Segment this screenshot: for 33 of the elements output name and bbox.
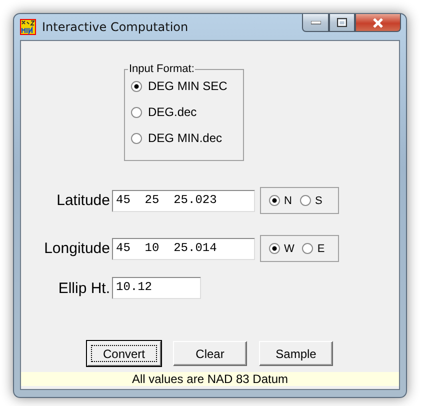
radio-icon[interactable] xyxy=(131,106,142,118)
input-field[interactable]: 45 10 25.014 xyxy=(112,238,255,260)
app-icon xyxy=(20,19,36,35)
input-field[interactable]: 10.12 xyxy=(112,277,201,299)
status-bar: All values are NAD 83 Datum xyxy=(21,372,399,386)
radio-selected-icon[interactable] xyxy=(269,243,280,254)
group-label: Input Format: xyxy=(128,63,196,75)
action-button[interactable]: Convert xyxy=(87,341,161,366)
field-label: Ellip Ht. xyxy=(57,280,111,296)
radio-label: DEG.dec xyxy=(148,105,197,119)
field-label: Longitude xyxy=(43,240,111,257)
radio-label: N xyxy=(284,194,292,206)
radio-label: E xyxy=(317,242,325,254)
maximize-button[interactable] xyxy=(329,14,355,32)
close-icon xyxy=(372,18,384,28)
minimize-icon xyxy=(310,20,320,24)
radio-label: DEG MIN SEC xyxy=(148,79,228,93)
action-button[interactable]: Clear xyxy=(173,341,247,366)
action-button[interactable]: Sample xyxy=(259,341,333,366)
input-field[interactable]: 45 25 25.023 xyxy=(112,190,255,212)
radio-icon[interactable] xyxy=(300,195,311,206)
close-button[interactable] xyxy=(355,14,401,32)
radio-selected-icon[interactable] xyxy=(269,195,280,206)
window-title: Interactive Computation xyxy=(42,20,188,34)
radio-icon[interactable] xyxy=(302,243,314,254)
minimize-button[interactable] xyxy=(302,14,329,32)
radio-selected-icon[interactable] xyxy=(131,80,142,92)
radio-label: S xyxy=(314,194,322,206)
radio-label: DEG MIN.dec xyxy=(148,131,222,145)
radio-label: W xyxy=(284,242,294,254)
maximize-icon xyxy=(337,18,347,27)
radio-icon[interactable] xyxy=(131,132,142,144)
field-label: Latitude xyxy=(56,192,111,209)
